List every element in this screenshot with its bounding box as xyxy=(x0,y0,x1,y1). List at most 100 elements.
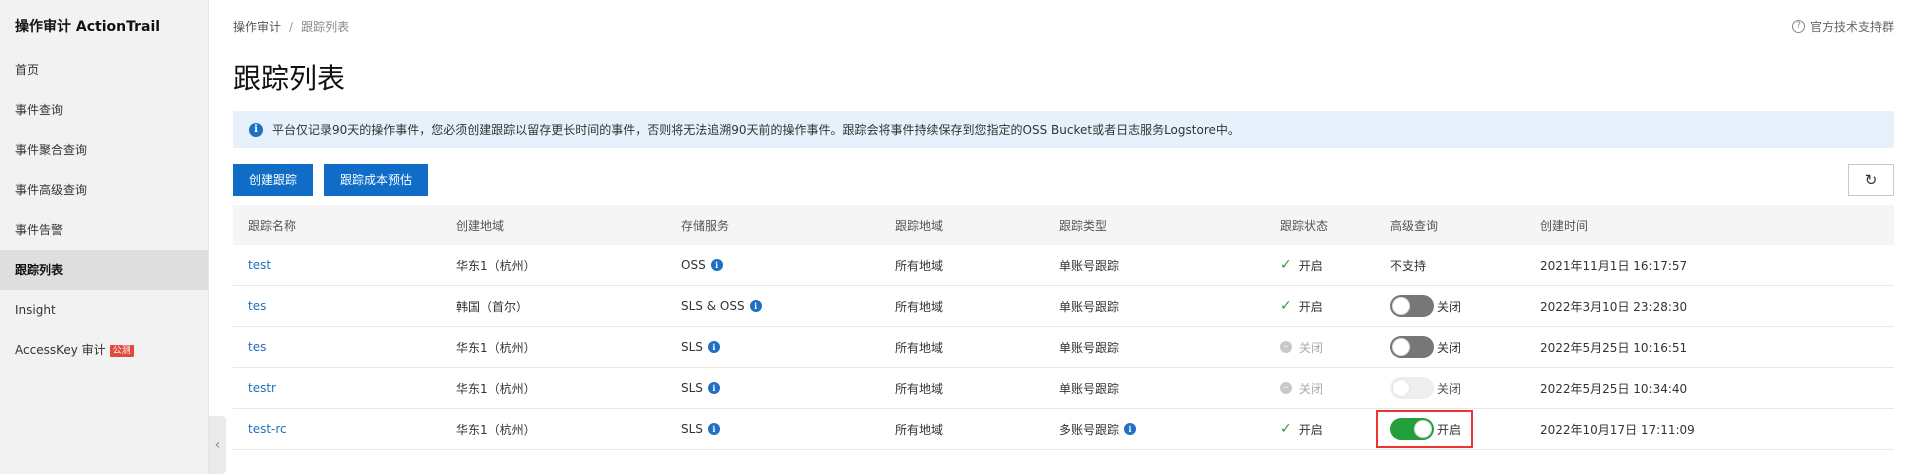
refresh-button[interactable]: ↻ xyxy=(1848,164,1894,196)
sidebar: 操作审计 ActionTrail 首页 事件查询 事件聚合查询 事件高级查询 事… xyxy=(0,0,209,474)
check-icon: ✓ xyxy=(1280,257,1292,273)
storage-service: SLS xyxy=(681,381,703,395)
sidebar-item-home[interactable]: 首页 xyxy=(0,50,208,90)
created-time: 2022年5月25日 10:16:51 xyxy=(1540,340,1688,355)
advanced-query-status: 不支持 xyxy=(1390,258,1427,273)
page-title: 跟踪列表 xyxy=(233,62,346,95)
create-trail-button[interactable]: 创建跟踪 xyxy=(233,164,314,196)
toggle-knob xyxy=(1392,297,1410,315)
created-time: 2021年11月1日 16:17:57 xyxy=(1540,258,1688,273)
trail-name-link[interactable]: test-rc xyxy=(248,422,287,436)
cost-estimate-button[interactable]: 跟踪成本预估 xyxy=(324,164,429,196)
column-header: 创建地域 xyxy=(456,218,505,233)
breadcrumb-current: 跟踪列表 xyxy=(301,20,350,34)
trail-region: 所有地域 xyxy=(895,299,944,314)
column-header: 跟踪名称 xyxy=(248,218,297,233)
info-icon[interactable]: i xyxy=(707,382,720,394)
column-header: 跟踪状态 xyxy=(1280,218,1329,233)
support-link[interactable]: ? 官方技术支持群 xyxy=(1791,18,1894,35)
advanced-query-toggle[interactable] xyxy=(1390,418,1434,440)
check-icon: ✓ xyxy=(1280,421,1292,437)
storage-service: SLS & OSS xyxy=(681,299,745,313)
question-icon: ? xyxy=(1791,20,1805,33)
table-row: tes 韩国（首尔） SLS & OSS i 所有地域 单账号跟踪 ✓ 开启 关闭 … xyxy=(233,286,1894,327)
trail-region: 所有地域 xyxy=(895,422,944,437)
column-header: 创建时间 xyxy=(1540,218,1589,233)
trail-name-link[interactable]: tes xyxy=(248,299,266,313)
table-row: test-rc 华东1（杭州） SLS i 所有地域 多账号跟踪 i ✓ 开启 开启 … xyxy=(233,409,1894,450)
toggle-label: 开启 xyxy=(1437,422,1462,437)
trail-table: 跟踪名称 创建地域 存储服务 跟踪地域 跟踪类型 跟踪状态 高级查询 创建时间 … xyxy=(233,205,1894,450)
create-region: 华东1（杭州） xyxy=(456,422,536,437)
trail-type: 单账号跟踪 xyxy=(1059,258,1120,273)
sidebar-item-accesskey-audit[interactable]: AccessKey 审计 公测 xyxy=(0,330,208,370)
toggle-label: 关闭 xyxy=(1437,299,1462,314)
sidebar-item-event-aggregation[interactable]: 事件聚合查询 xyxy=(0,130,208,170)
info-icon: i xyxy=(249,122,263,137)
toggle-label: 关闭 xyxy=(1437,381,1462,396)
created-time: 2022年5月25日 10:34:40 xyxy=(1540,381,1688,396)
table-row: test 华东1（杭州） OSS i 所有地域 单账号跟踪 ✓ 开启 不支持 202… xyxy=(233,245,1894,286)
info-icon[interactable]: i xyxy=(710,259,723,271)
trail-type: 单账号跟踪 xyxy=(1059,299,1120,314)
trail-status: 开启 xyxy=(1298,258,1323,273)
create-region: 华东1（杭州） xyxy=(456,340,536,355)
trail-status: 开启 xyxy=(1298,422,1323,437)
beta-badge: 公测 xyxy=(109,345,134,357)
toggle-knob xyxy=(1392,379,1410,397)
support-label: 官方技术支持群 xyxy=(1809,20,1894,34)
main-content: 操作审计 / 跟踪列表 ? 官方技术支持群 跟踪列表 i 平台仅记录90天的操作事件… xyxy=(233,0,1894,474)
sidebar-collapse-handle[interactable]: ‹ xyxy=(209,416,226,474)
created-time: 2022年3月10日 23:28:30 xyxy=(1540,299,1688,314)
trail-status: 关闭 xyxy=(1299,381,1324,396)
storage-service: SLS xyxy=(681,422,703,436)
breadcrumb-root[interactable]: 操作审计 xyxy=(233,20,281,34)
column-header: 跟踪类型 xyxy=(1059,218,1108,233)
app-title: 操作审计 ActionTrail xyxy=(15,19,161,35)
advanced-query-toggle[interactable] xyxy=(1390,377,1434,399)
table-row: testr 华东1（杭州） SLS i 所有地域 单账号跟踪 – 关闭 关闭 202… xyxy=(233,368,1894,409)
trail-name-link[interactable]: testr xyxy=(248,381,276,395)
sidebar-item-event-query[interactable]: 事件查询 xyxy=(0,90,208,130)
advanced-query-toggle[interactable] xyxy=(1390,295,1434,317)
check-icon: ✓ xyxy=(1280,298,1292,314)
info-icon[interactable]: i xyxy=(749,300,762,312)
sidebar-item-event-alert[interactable]: 事件告警 xyxy=(0,210,208,250)
trail-name-link[interactable]: tes xyxy=(248,340,266,354)
column-header: 高级查询 xyxy=(1390,218,1439,233)
trail-type: 单账号跟踪 xyxy=(1059,340,1120,355)
table-header: 跟踪名称 创建地域 存储服务 跟踪地域 跟踪类型 跟踪状态 高级查询 创建时间 xyxy=(233,205,1894,245)
trail-region: 所有地域 xyxy=(895,258,944,273)
sidebar-item-insight[interactable]: Insight xyxy=(0,290,208,330)
notice-text: 平台仅记录90天的操作事件，您必须创建跟踪以留存更长时间的事件，否则将无法追溯9… xyxy=(272,123,1240,137)
toolbar: 创建跟踪 跟踪成本预估 ↻ xyxy=(233,164,1894,196)
trail-status: 关闭 xyxy=(1299,340,1324,355)
sidebar-item-label: AccessKey 审计 xyxy=(15,343,106,357)
advanced-query-toggle[interactable] xyxy=(1390,336,1434,358)
created-time: 2022年10月17日 17:11:09 xyxy=(1540,422,1695,437)
info-icon[interactable]: i xyxy=(707,423,720,435)
table-row: tes 华东1（杭州） SLS i 所有地域 单账号跟踪 – 关闭 关闭 2022年… xyxy=(233,327,1894,368)
storage-service: OSS xyxy=(681,258,706,272)
column-header: 存储服务 xyxy=(681,218,730,233)
sidebar-item-advanced-query[interactable]: 事件高级查询 xyxy=(0,170,208,210)
breadcrumb: 操作审计 / 跟踪列表 xyxy=(233,18,349,35)
refresh-icon: ↻ xyxy=(1864,172,1878,189)
toggle-knob xyxy=(1414,420,1432,438)
trail-type: 多账号跟踪 xyxy=(1059,422,1120,437)
sidebar-item-trail-list[interactable]: 跟踪列表 xyxy=(0,250,208,290)
trail-name-link[interactable]: test xyxy=(248,258,271,272)
minus-circle-icon: – xyxy=(1280,382,1292,394)
minus-circle-icon: – xyxy=(1280,341,1292,353)
trail-status: 开启 xyxy=(1298,299,1323,314)
trail-region: 所有地域 xyxy=(895,340,944,355)
info-notice: i 平台仅记录90天的操作事件，您必须创建跟踪以留存更长时间的事件，否则将无法追… xyxy=(233,111,1894,148)
info-icon[interactable]: i xyxy=(1124,423,1137,435)
info-icon[interactable]: i xyxy=(707,341,720,353)
chevron-left-icon: ‹ xyxy=(214,437,221,453)
storage-service: SLS xyxy=(681,340,703,354)
breadcrumb-separator: / xyxy=(289,20,294,34)
highlight-annotation: 开启 xyxy=(1376,410,1474,448)
create-region: 华东1（杭州） xyxy=(456,258,536,273)
trail-region: 所有地域 xyxy=(895,381,944,396)
